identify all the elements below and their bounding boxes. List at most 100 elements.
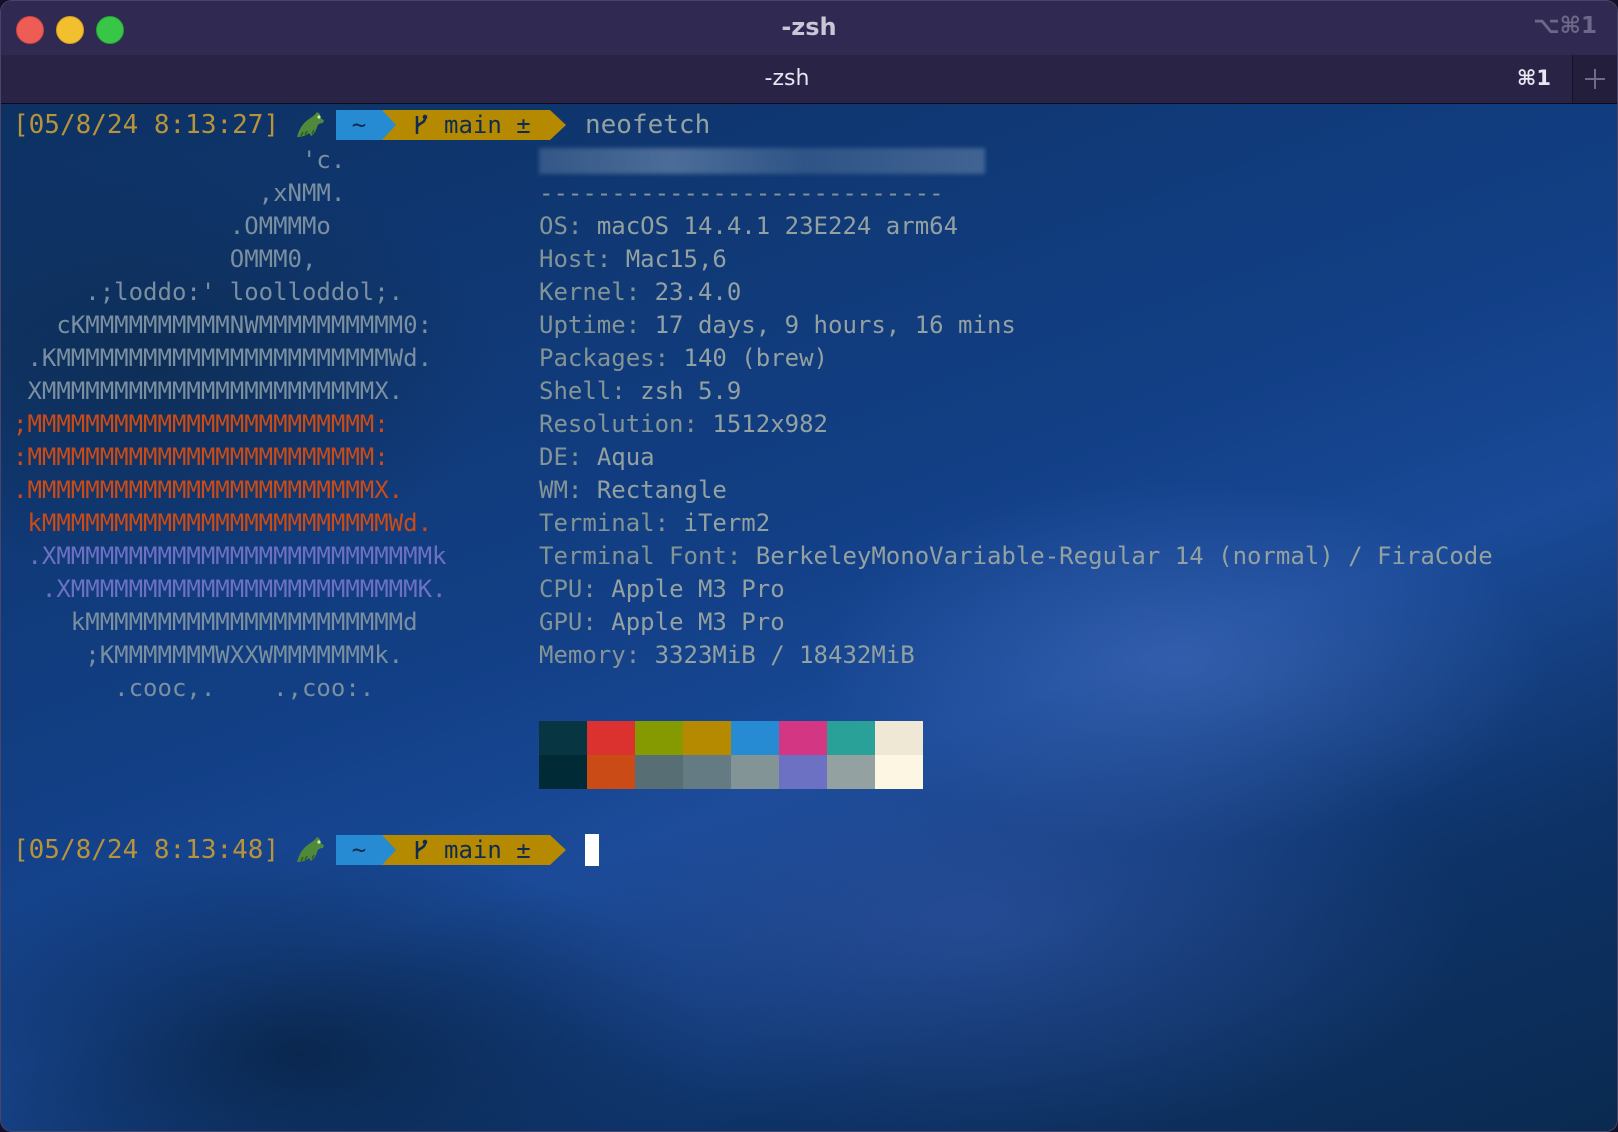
info-separator: : xyxy=(683,410,713,438)
color-swatch xyxy=(635,721,683,755)
info-separator: : xyxy=(726,542,756,570)
color-swatch xyxy=(779,721,827,755)
color-swatch xyxy=(635,755,683,789)
info-row: Shell: zsh 5.9 xyxy=(539,375,1609,408)
prompt-dir-segment: ~ xyxy=(336,110,382,140)
info-key: Uptime xyxy=(539,311,626,339)
logo-line: .cooc,. .,coo:. xyxy=(13,674,375,702)
info-row: GPU: Apple M3 Pro xyxy=(539,606,1609,639)
info-value: 23.4.0 xyxy=(654,278,742,306)
color-swatch xyxy=(587,721,635,755)
git-branch-icon xyxy=(415,839,428,859)
color-swatch xyxy=(731,755,779,789)
info-row: DE: Aqua xyxy=(539,441,1609,474)
color-swatch xyxy=(875,721,923,755)
prompt-git-segment: main ± xyxy=(382,835,566,865)
info-value: 17 days, 9 hours, 16 mins xyxy=(654,311,1016,339)
color-swatch xyxy=(779,755,827,789)
terminal-cursor xyxy=(585,834,599,866)
logo-line: kMMMMMMMMMMMMMMMMMMMMMMd xyxy=(13,608,418,636)
crocodile-icon xyxy=(297,837,324,862)
logo-line: kMMMMMMMMMMMMMMMMMMMMMMMMWd. xyxy=(13,509,433,537)
tab-bar: -zsh ⌘1 xyxy=(1,55,1617,104)
info-separator: : xyxy=(582,608,612,636)
info-key: DE xyxy=(539,443,568,471)
color-swatch xyxy=(587,755,635,789)
prompt-dir-segment: ~ xyxy=(336,835,382,865)
info-separator: : xyxy=(582,575,612,603)
info-key: Packages xyxy=(539,344,655,372)
info-separator: : xyxy=(625,641,655,669)
git-branch-icon xyxy=(415,114,428,134)
info-value: macOS 14.4.1 23E224 arm64 xyxy=(596,212,959,240)
info-value: 1512x982 xyxy=(712,410,828,438)
prompt-git-branch: main ± xyxy=(444,111,531,139)
info-separator: : xyxy=(654,509,684,537)
color-swatch xyxy=(827,721,875,755)
color-swatch xyxy=(683,755,731,789)
info-row: Packages: 140 (brew) xyxy=(539,342,1609,375)
logo-line: .OMMMMo xyxy=(13,212,331,240)
window-title: -zsh xyxy=(781,13,837,41)
info-value: iTerm2 xyxy=(683,509,771,537)
info-row: Kernel: 23.4.0 xyxy=(539,276,1609,309)
logo-line: ;KMMMMMMMWXXWMMMMMMMk. xyxy=(13,641,404,669)
info-key: GPU xyxy=(539,608,583,636)
prompt-line: [05/8/24 8:13:27] ~ main ± neofetch xyxy=(13,108,1213,142)
info-rows: OS: macOS 14.4.1 23E224 arm64 Host: Mac15… xyxy=(539,210,1609,672)
logo-line: .;loddo:' loolloddol;. xyxy=(13,278,404,306)
info-row: Host: Mac15,6 xyxy=(539,243,1609,276)
info-divider: ---------------------------- xyxy=(539,179,944,207)
terminal-window: -zsh ⌥⌘1 -zsh ⌘1 [05/8/24 8:13:27] ~ mai… xyxy=(0,0,1618,1132)
logo-line: .KMMMMMMMMMMMMMMMMMMMMMMMWd. xyxy=(13,344,433,372)
info-separator: : xyxy=(596,245,626,273)
info-separator: : xyxy=(567,443,597,471)
tab-zsh[interactable]: -zsh ⌘1 xyxy=(1,55,1573,103)
logo-line: ;MMMMMMMMMMMMMMMMMMMMMMMM: xyxy=(13,410,389,438)
info-value: 140 (brew) xyxy=(683,344,829,372)
info-value: Apple M3 Pro xyxy=(611,608,785,636)
blurred-user-host xyxy=(539,148,985,174)
info-value: BerkeleyMonoVariable-Regular 14 (normal)… xyxy=(755,542,1493,570)
info-separator: : xyxy=(625,311,655,339)
color-swatch xyxy=(683,721,731,755)
info-value: 3323MiB / 18432MiB xyxy=(654,641,915,669)
info-row: Uptime: 17 days, 9 hours, 16 mins xyxy=(539,309,1609,342)
logo-line: .MMMMMMMMMMMMMMMMMMMMMMMMX. xyxy=(13,476,404,504)
prompt-line: [05/8/24 8:13:48] ~ main ± xyxy=(13,833,1213,867)
info-row: Terminal Font: BerkeleyMonoVariable-Regu… xyxy=(539,540,1609,573)
info-key: Shell xyxy=(539,377,612,405)
info-row: Resolution: 1512x982 xyxy=(539,408,1609,441)
logo-line: 'c. xyxy=(13,146,346,174)
info-key: Memory xyxy=(539,641,626,669)
tab-shortcut: ⌘1 xyxy=(1516,66,1551,90)
info-separator: : xyxy=(567,476,597,504)
info-row: WM: Rectangle xyxy=(539,474,1609,507)
info-value: Aqua xyxy=(596,443,655,471)
title-bar[interactable]: -zsh ⌥⌘1 xyxy=(1,1,1617,55)
tab-label: -zsh xyxy=(764,66,810,91)
info-key: Terminal xyxy=(539,509,655,537)
info-value: Apple M3 Pro xyxy=(611,575,785,603)
info-row: OS: macOS 14.4.1 23E224 arm64 xyxy=(539,210,1609,243)
crocodile-icon xyxy=(297,112,324,137)
window-shortcut: ⌥⌘1 xyxy=(1533,13,1597,39)
logo-line: :MMMMMMMMMMMMMMMMMMMMMMMM: xyxy=(13,443,389,471)
prompt-timestamp: [05/8/24 8:13:48] xyxy=(13,835,280,865)
prompt-timestamp: [05/8/24 8:13:27] xyxy=(13,110,280,140)
prompt-git-segment: main ± xyxy=(382,110,566,140)
new-tab-plus-icon[interactable] xyxy=(1572,55,1617,103)
info-key: CPU xyxy=(539,575,583,603)
color-swatch xyxy=(539,755,587,789)
color-swatch xyxy=(731,721,779,755)
logo-line: .XMMMMMMMMMMMMMMMMMMMMMMMMK. xyxy=(13,575,447,603)
logo-line: ,xNMM. xyxy=(13,179,346,207)
logo-line: cKMMMMMMMMMMNWMMMMMMMMMM0: xyxy=(13,311,433,339)
color-swatch xyxy=(827,755,875,789)
terminal-session[interactable]: [05/8/24 8:13:27] ~ main ± neofetch 'c. xyxy=(1,104,1617,1131)
info-value: Mac15,6 xyxy=(625,245,727,273)
info-value: Rectangle xyxy=(596,476,727,504)
color-swatch xyxy=(875,755,923,789)
info-row: CPU: Apple M3 Pro xyxy=(539,573,1609,606)
color-swatch xyxy=(539,721,587,755)
